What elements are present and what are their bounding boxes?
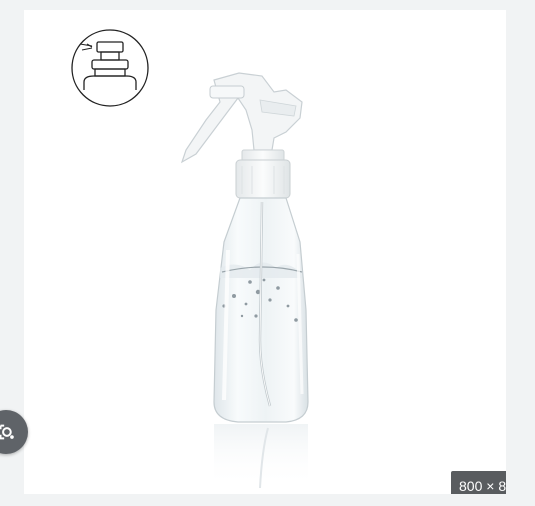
image-dimensions-badge: 800 × 800 (451, 471, 506, 494)
spray-nozzle-line-icon (71, 29, 149, 107)
visual-search-icon (0, 424, 14, 440)
image-viewer: 800 × 800 (0, 0, 535, 506)
product-image[interactable]: 800 × 800 (24, 10, 506, 494)
